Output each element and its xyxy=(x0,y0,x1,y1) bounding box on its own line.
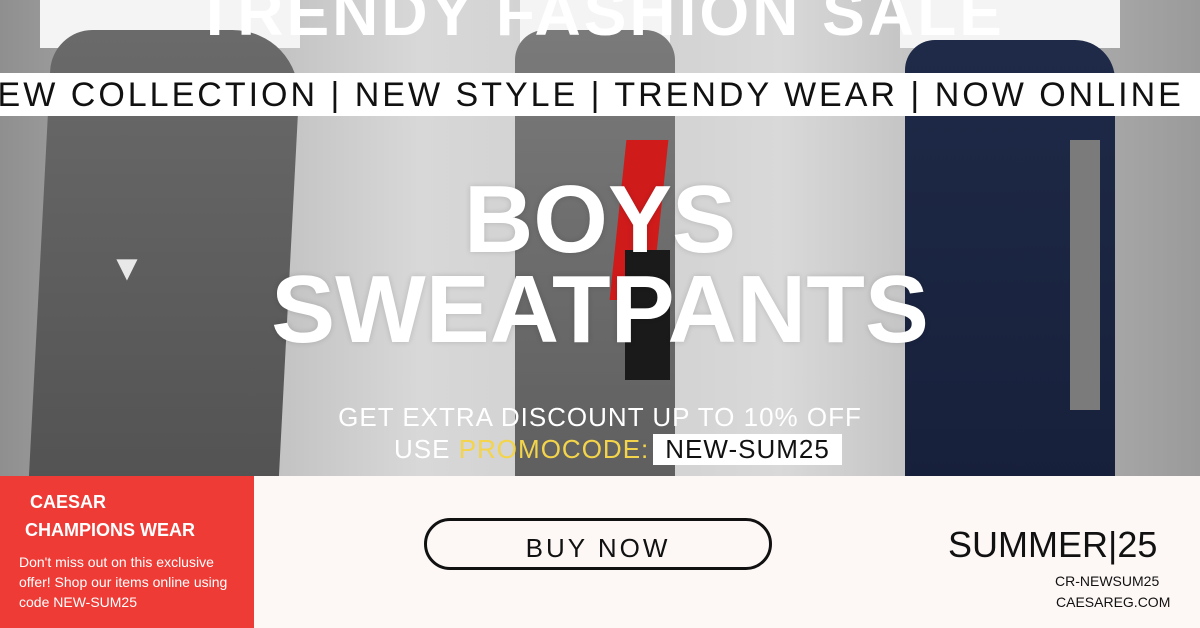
website-link[interactable]: CAESAREG.COM xyxy=(1056,594,1170,610)
buy-now-button[interactable]: BUY NOW xyxy=(424,518,772,570)
offer-text: Don't miss out on this exclusive offer! … xyxy=(19,554,228,610)
promo-code-line: USE PROMOCODE: NEW-SUM25 xyxy=(394,434,842,465)
season-label: SUMMER|25 xyxy=(948,524,1158,565)
discount-text: GET EXTRA DISCOUNT UP TO 10% OFF xyxy=(338,402,862,432)
headline-boys: BOYS xyxy=(463,166,737,273)
brand-logo-icon: ▼ xyxy=(109,247,145,288)
brand-name-line2: CHAMPIONS WEAR xyxy=(25,520,195,540)
promo-code-badge: NEW-SUM25 xyxy=(653,434,842,465)
promo-prefix: USE xyxy=(394,434,459,464)
campaign-code: CR-NEWSUM25 xyxy=(1055,573,1160,589)
headline-sweatpants: SWEATPANTS xyxy=(271,256,929,363)
brand-name-line1: CAESAR xyxy=(30,492,107,512)
ticker-text: NEW COLLECTION | NEW STYLE | TRENDY WEAR… xyxy=(0,76,1184,114)
collection-ticker: NEW COLLECTION | NEW STYLE | TRENDY WEAR… xyxy=(0,73,1200,116)
promo-label: PROMOCODE: xyxy=(458,434,650,464)
grey-side-stripe xyxy=(1070,140,1100,410)
sale-title: TRENDY FASHION SALE xyxy=(195,0,1005,49)
